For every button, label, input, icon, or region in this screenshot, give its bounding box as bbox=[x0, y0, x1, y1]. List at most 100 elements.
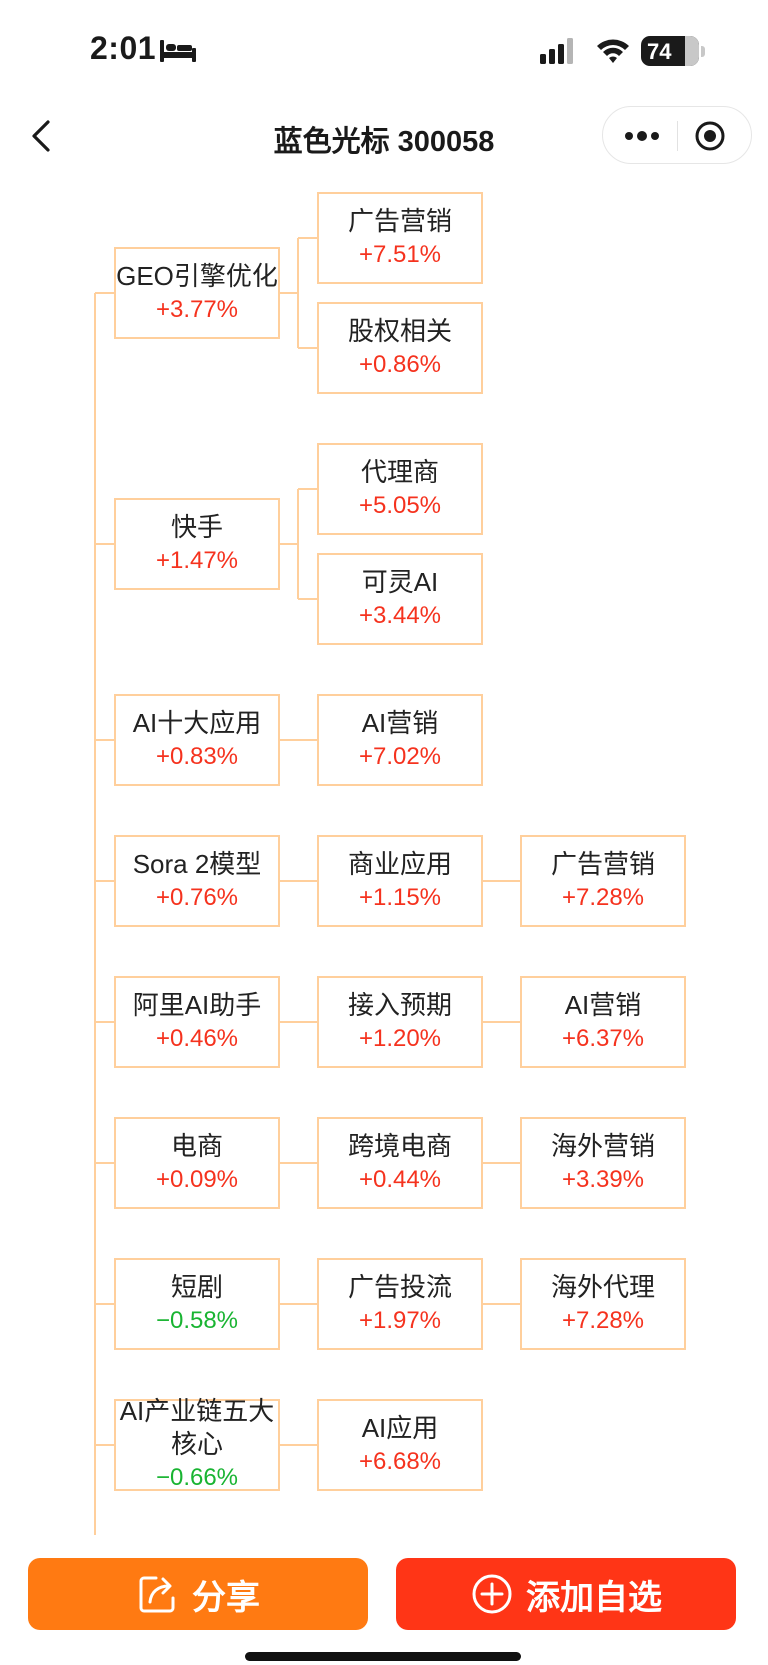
node-label: 可灵AI bbox=[361, 566, 439, 597]
node-change-pct: +1.47% bbox=[155, 546, 239, 574]
connector-horizontal bbox=[95, 543, 114, 545]
sub-concept-node[interactable]: AI营销 +7.02% bbox=[317, 694, 483, 786]
node-label: AI应用 bbox=[361, 1412, 439, 1443]
sub-concept-node[interactable]: 海外营销 +3.39% bbox=[520, 1117, 686, 1209]
node-label: 阿里AI助手 bbox=[132, 989, 262, 1020]
sub-concept-node[interactable]: 跨境电商 +0.44% bbox=[317, 1117, 483, 1209]
connector-horizontal bbox=[280, 1303, 317, 1305]
node-label: 跨境电商 bbox=[347, 1130, 452, 1161]
status-time: 2:01 bbox=[90, 30, 157, 66]
home-indicator bbox=[245, 1652, 521, 1661]
battery-cap bbox=[701, 46, 705, 57]
miniprogram-capsule bbox=[602, 106, 752, 164]
node-label: 短剧 bbox=[170, 1271, 223, 1302]
close-miniprogram-icon[interactable] bbox=[693, 119, 727, 153]
node-label: 电商 bbox=[170, 1130, 223, 1161]
node-label: GEO引擎优化 bbox=[116, 260, 278, 291]
node-change-pct: +7.02% bbox=[358, 742, 442, 770]
concept-node[interactable]: GEO引擎优化 +3.77% bbox=[114, 247, 280, 339]
concept-node[interactable]: AI产业链五大核心 −0.66% bbox=[114, 1396, 280, 1491]
sub-concept-node[interactable]: 广告营销 +7.51% bbox=[317, 192, 483, 284]
concept-tree: GEO引擎优化 +3.77% 广告营销 +7.51% 股权相关 +0.86% 快手 +1.47… bbox=[0, 175, 768, 1535]
connector-horizontal bbox=[280, 543, 298, 545]
node-change-pct: +0.83% bbox=[155, 742, 239, 770]
sub-concept-node[interactable]: 广告营销 +7.28% bbox=[520, 835, 686, 927]
share-label: 分享 bbox=[192, 1578, 260, 1617]
connector-horizontal bbox=[483, 1303, 520, 1305]
connector-horizontal bbox=[298, 237, 317, 239]
connector-horizontal bbox=[280, 1021, 317, 1023]
status-bar: 2:01 74 bbox=[0, 0, 768, 100]
connector-horizontal bbox=[280, 739, 317, 741]
node-change-pct: +0.86% bbox=[358, 350, 442, 378]
node-change-pct: +3.39% bbox=[561, 1165, 645, 1193]
sub-concept-node[interactable]: 广告投流 +1.97% bbox=[317, 1258, 483, 1350]
connector-vertical bbox=[94, 293, 96, 1535]
concept-node[interactable]: 阿里AI助手 +0.46% bbox=[114, 976, 280, 1068]
sleep-focus-icon bbox=[160, 40, 196, 62]
connector-horizontal bbox=[483, 1162, 520, 1164]
node-label: 股权相关 bbox=[347, 315, 452, 346]
node-change-pct: +6.68% bbox=[358, 1447, 442, 1475]
connector-horizontal bbox=[95, 1303, 114, 1305]
capsule-divider bbox=[677, 121, 678, 151]
node-change-pct: +7.51% bbox=[358, 240, 442, 268]
node-label: 快手 bbox=[170, 511, 223, 542]
share-button[interactable]: 分享 bbox=[28, 1558, 368, 1630]
node-label: 广告营销 bbox=[347, 205, 452, 236]
concept-node[interactable]: 短剧 −0.58% bbox=[114, 1258, 280, 1350]
add-watchlist-label: 添加自选 bbox=[526, 1578, 662, 1617]
connector-vertical bbox=[297, 238, 299, 348]
connector-horizontal bbox=[95, 1162, 114, 1164]
sub-concept-node[interactable]: 接入预期 +1.20% bbox=[317, 976, 483, 1068]
connector-horizontal bbox=[95, 1021, 114, 1023]
node-change-pct: +0.46% bbox=[155, 1024, 239, 1052]
node-change-pct: +0.09% bbox=[155, 1165, 239, 1193]
battery-level: 74 bbox=[647, 39, 672, 64]
sub-concept-node[interactable]: AI应用 +6.68% bbox=[317, 1399, 483, 1491]
node-change-pct: +5.05% bbox=[358, 491, 442, 519]
connector-horizontal bbox=[280, 880, 317, 882]
bottom-action-bar: 分享 添加自选 bbox=[0, 1535, 768, 1665]
node-change-pct: +1.15% bbox=[358, 883, 442, 911]
connector-horizontal bbox=[280, 1444, 317, 1446]
node-label: 代理商 bbox=[360, 456, 439, 487]
sub-concept-node[interactable]: 股权相关 +0.86% bbox=[317, 302, 483, 394]
node-change-pct: +0.76% bbox=[155, 883, 239, 911]
node-label: AI十大应用 bbox=[132, 707, 262, 738]
node-label: 商业应用 bbox=[347, 848, 452, 879]
connector-horizontal bbox=[95, 292, 114, 294]
battery-icon: 74 bbox=[641, 36, 699, 66]
node-change-pct: +3.44% bbox=[358, 601, 442, 629]
node-label: AI营销 bbox=[564, 989, 642, 1020]
node-change-pct: +7.28% bbox=[561, 1306, 645, 1334]
sub-concept-node[interactable]: 可灵AI +3.44% bbox=[317, 553, 483, 645]
node-change-pct: +7.28% bbox=[561, 883, 645, 911]
concept-node[interactable]: AI十大应用 +0.83% bbox=[114, 694, 280, 786]
concept-node[interactable]: 电商 +0.09% bbox=[114, 1117, 280, 1209]
sub-concept-node[interactable]: 海外代理 +7.28% bbox=[520, 1258, 686, 1350]
node-change-pct: −0.66% bbox=[155, 1464, 239, 1491]
node-label: Sora 2模型 bbox=[132, 848, 262, 879]
sub-concept-node[interactable]: 代理商 +5.05% bbox=[317, 443, 483, 535]
sub-concept-node[interactable]: AI营销 +6.37% bbox=[520, 976, 686, 1068]
nav-bar: 蓝色光标 300058 bbox=[0, 100, 768, 175]
connector-horizontal bbox=[95, 739, 114, 741]
node-change-pct: +0.44% bbox=[358, 1165, 442, 1193]
concept-node[interactable]: Sora 2模型 +0.76% bbox=[114, 835, 280, 927]
more-dots-icon[interactable] bbox=[617, 119, 667, 153]
connector-horizontal bbox=[95, 1444, 114, 1446]
connector-horizontal bbox=[298, 598, 317, 600]
add-watchlist-button[interactable]: 添加自选 bbox=[396, 1558, 736, 1630]
node-change-pct: −0.58% bbox=[155, 1306, 239, 1334]
concept-node[interactable]: 快手 +1.47% bbox=[114, 498, 280, 590]
node-label: AI营销 bbox=[361, 707, 439, 738]
node-label: 广告营销 bbox=[550, 848, 655, 879]
node-label: 海外营销 bbox=[550, 1130, 655, 1161]
node-change-pct: +1.97% bbox=[358, 1306, 442, 1334]
cellular-signal-icon bbox=[540, 38, 573, 64]
node-label: AI产业链五大核心 bbox=[119, 1396, 275, 1459]
sub-concept-node[interactable]: 商业应用 +1.15% bbox=[317, 835, 483, 927]
connector-vertical bbox=[297, 489, 299, 599]
share-icon bbox=[139, 1576, 175, 1613]
